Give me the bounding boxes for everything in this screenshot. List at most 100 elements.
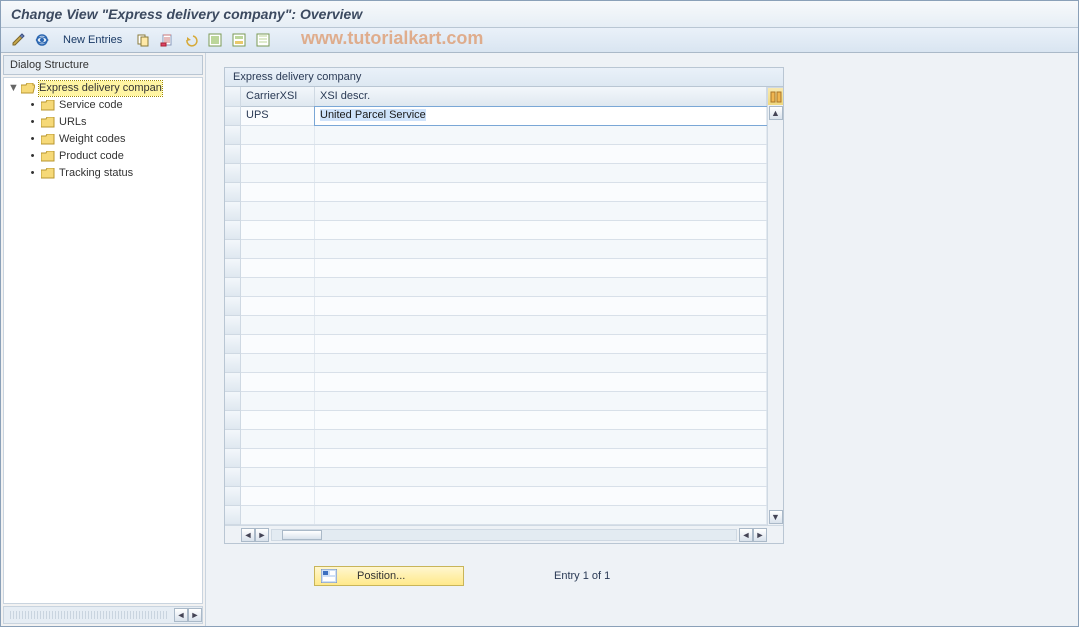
table-row[interactable] [241, 126, 767, 145]
cell-carrierxsi[interactable] [241, 430, 315, 448]
toggle-display-change-icon[interactable] [9, 31, 27, 49]
cell-carrierxsi[interactable] [241, 278, 315, 296]
table-row[interactable] [241, 278, 767, 297]
data-grid[interactable]: CarrierXSI XSI descr. UPSUnited Parcel S… [225, 87, 783, 525]
cell-xsidescr[interactable]: United Parcel Service [315, 107, 767, 125]
cell-carrierxsi[interactable] [241, 145, 315, 163]
cell-xsidescr[interactable] [315, 126, 767, 144]
cell-carrierxsi[interactable] [241, 164, 315, 182]
row-header[interactable] [225, 259, 241, 278]
row-header[interactable] [225, 164, 241, 183]
row-header[interactable] [225, 335, 241, 354]
scroll-thumb[interactable] [282, 530, 322, 540]
deselect-all-icon[interactable] [254, 31, 272, 49]
row-header[interactable] [225, 297, 241, 316]
row-header[interactable] [225, 506, 241, 525]
select-all-icon[interactable] [206, 31, 224, 49]
cell-xsidescr[interactable] [315, 183, 767, 201]
cell-carrierxsi[interactable] [241, 297, 315, 315]
scroll-left-icon[interactable]: ◄ [174, 608, 188, 622]
configure-columns-icon[interactable] [768, 87, 783, 105]
row-header[interactable] [225, 278, 241, 297]
column-header-carrierxsi[interactable]: CarrierXSI [241, 87, 315, 106]
cell-carrierxsi[interactable] [241, 449, 315, 467]
row-header[interactable] [225, 221, 241, 240]
cell-xsidescr[interactable] [315, 221, 767, 239]
new-entries-button[interactable]: New Entries [57, 32, 128, 48]
cell-xsidescr[interactable] [315, 297, 767, 315]
cell-carrierxsi[interactable] [241, 487, 315, 505]
table-row[interactable] [241, 506, 767, 525]
row-header[interactable] [225, 183, 241, 202]
cell-xsidescr[interactable] [315, 354, 767, 372]
cell-carrierxsi[interactable] [241, 316, 315, 334]
scroll-down-icon[interactable]: ▼ [769, 510, 783, 524]
table-row[interactable] [241, 468, 767, 487]
cell-xsidescr[interactable] [315, 449, 767, 467]
tree-node-service-code[interactable]: • Service code [4, 97, 202, 114]
table-row[interactable] [241, 316, 767, 335]
cell-xsidescr[interactable] [315, 278, 767, 296]
tree-expand-icon[interactable]: ▼ [8, 81, 17, 96]
position-button[interactable]: Position... [314, 566, 464, 586]
scroll-left-end-icon[interactable]: ◄ [739, 528, 753, 542]
row-header[interactable] [225, 430, 241, 449]
cell-xsidescr[interactable] [315, 468, 767, 486]
cell-carrierxsi[interactable] [241, 202, 315, 220]
table-row[interactable] [241, 335, 767, 354]
tree-node-weight-codes[interactable]: • Weight codes [4, 131, 202, 148]
row-header[interactable] [225, 202, 241, 221]
cell-carrierxsi[interactable] [241, 468, 315, 486]
tree-node-product-code[interactable]: • Product code [4, 148, 202, 165]
table-row[interactable] [241, 487, 767, 506]
row-header[interactable] [225, 392, 241, 411]
table-row[interactable] [241, 183, 767, 202]
tree-node-urls[interactable]: • URLs [4, 114, 202, 131]
cell-carrierxsi[interactable] [241, 335, 315, 353]
table-row[interactable] [241, 297, 767, 316]
column-header-xsidescr[interactable]: XSI descr. [315, 87, 767, 106]
row-header[interactable] [225, 449, 241, 468]
table-row[interactable] [241, 221, 767, 240]
table-row[interactable] [241, 449, 767, 468]
row-header[interactable] [225, 126, 241, 145]
table-row[interactable] [241, 145, 767, 164]
cell-xsidescr[interactable] [315, 487, 767, 505]
tree-node-tracking-status[interactable]: • Tracking status [4, 165, 202, 182]
cell-xsidescr[interactable] [315, 240, 767, 258]
row-header[interactable] [225, 411, 241, 430]
vertical-scrollbar[interactable]: ▲ ▼ [767, 87, 783, 525]
row-header[interactable] [225, 240, 241, 259]
cell-carrierxsi[interactable] [241, 373, 315, 391]
scroll-up-icon[interactable]: ▲ [769, 106, 783, 120]
cell-xsidescr[interactable] [315, 430, 767, 448]
table-row[interactable] [241, 259, 767, 278]
row-header[interactable] [225, 107, 241, 126]
cell-xsidescr[interactable] [315, 259, 767, 277]
table-row[interactable] [241, 430, 767, 449]
cell-xsidescr[interactable] [315, 164, 767, 182]
other-view-icon[interactable] [33, 31, 51, 49]
scroll-right-icon[interactable]: ► [188, 608, 202, 622]
row-header[interactable] [225, 468, 241, 487]
cell-carrierxsi[interactable] [241, 259, 315, 277]
scroll-track[interactable] [271, 529, 737, 541]
cell-xsidescr[interactable] [315, 373, 767, 391]
table-row[interactable]: UPSUnited Parcel Service [241, 107, 767, 126]
scroll-track[interactable] [768, 121, 783, 509]
cell-xsidescr[interactable] [315, 392, 767, 410]
select-block-icon[interactable] [230, 31, 248, 49]
row-header[interactable] [225, 373, 241, 392]
row-header[interactable] [225, 316, 241, 335]
table-row[interactable] [241, 411, 767, 430]
cell-carrierxsi[interactable] [241, 221, 315, 239]
tree-horizontal-scrollbar[interactable]: ◄ ► [3, 606, 203, 624]
table-row[interactable] [241, 164, 767, 183]
row-header[interactable] [225, 354, 241, 373]
cell-carrierxsi[interactable] [241, 354, 315, 372]
delete-icon[interactable] [158, 31, 176, 49]
tree[interactable]: ▼ Express delivery compan • Service code… [3, 77, 203, 604]
table-row[interactable] [241, 240, 767, 259]
cell-carrierxsi[interactable] [241, 240, 315, 258]
copy-as-icon[interactable] [134, 31, 152, 49]
